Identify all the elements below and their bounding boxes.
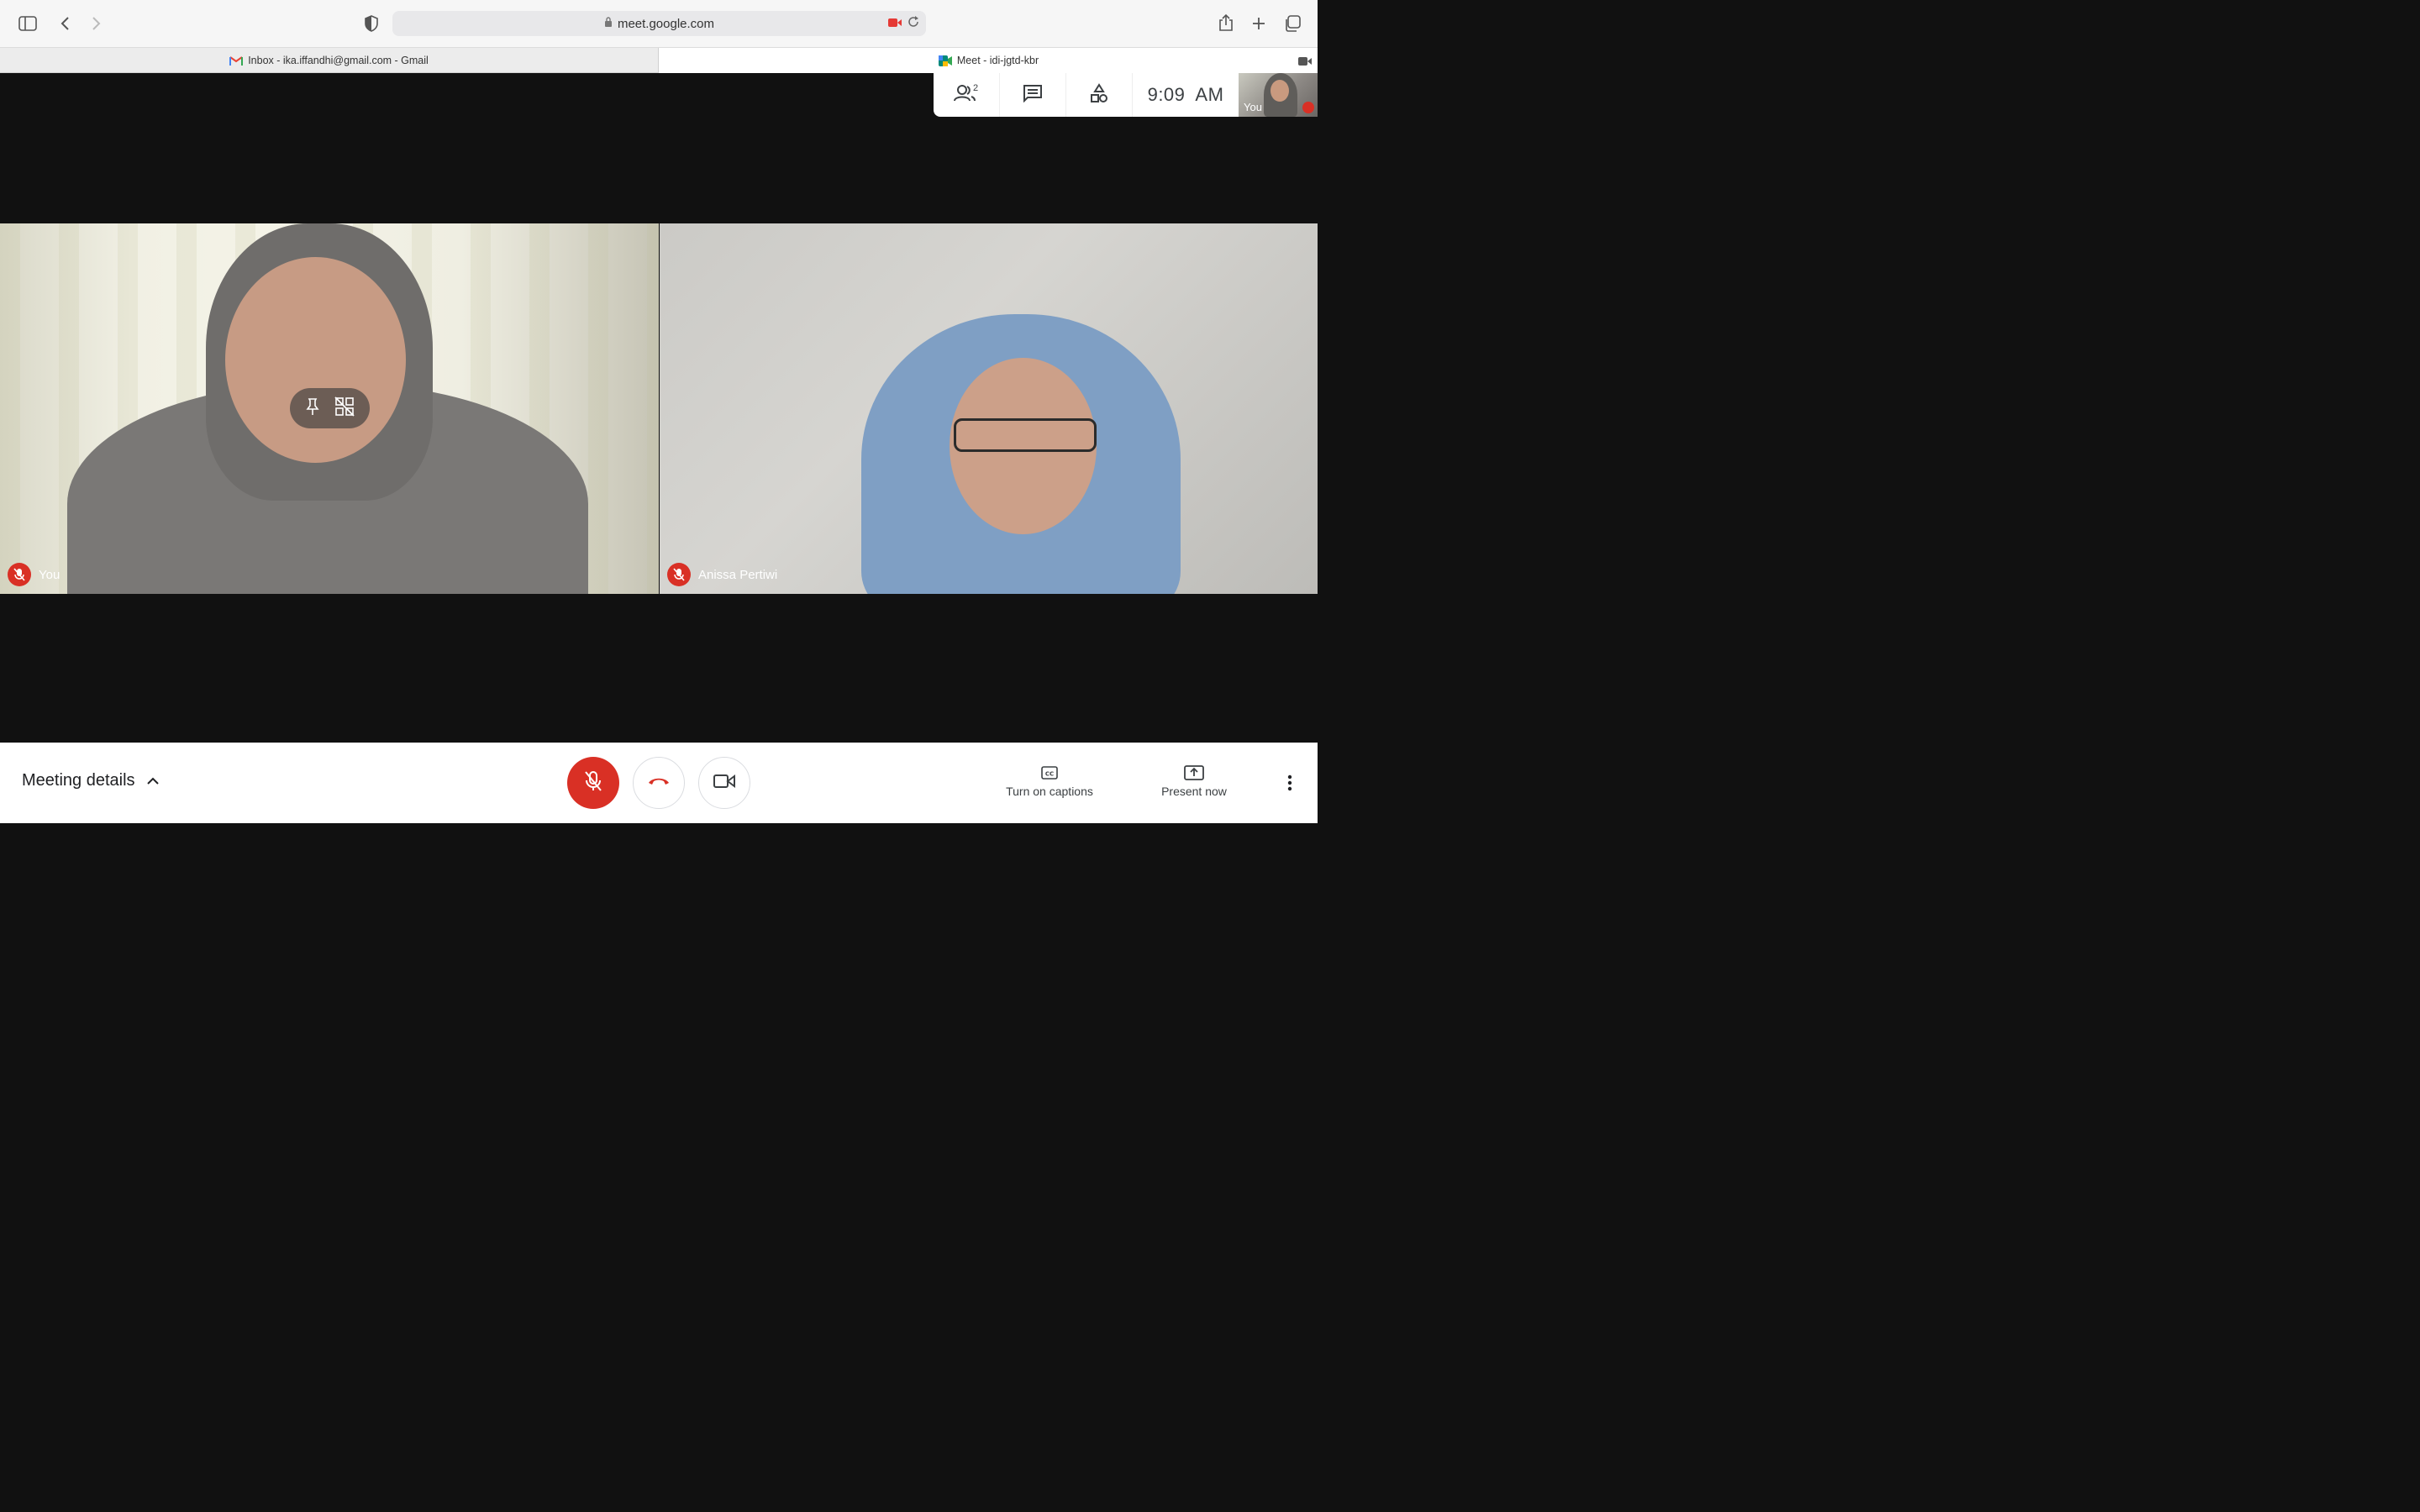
back-icon[interactable] xyxy=(55,13,74,34)
remove-tile-icon[interactable] xyxy=(334,396,355,421)
meet-info-panel: 2 9:09 AM xyxy=(934,73,1239,117)
sidebar-icon[interactable] xyxy=(17,13,39,34)
video-tile-anissa-pertiwi[interactable]: Anissa Pertiwi xyxy=(660,223,1318,594)
chevron-up-icon xyxy=(146,771,159,790)
self-view-thumbnail[interactable]: You xyxy=(1239,73,1318,117)
pin-icon[interactable] xyxy=(305,397,320,420)
activities-button[interactable] xyxy=(1066,73,1133,117)
tile-name-label: Anissa Pertiwi xyxy=(667,563,777,586)
present-now-button[interactable]: Present now xyxy=(1155,761,1234,798)
captions-button[interactable]: CC Turn on captions xyxy=(998,761,1101,798)
participant-count: 2 xyxy=(973,83,979,93)
leave-call-button[interactable] xyxy=(633,757,685,809)
present-label: Present now xyxy=(1161,785,1227,798)
captions-label: Turn on captions xyxy=(1006,785,1093,798)
chat-icon xyxy=(1023,84,1043,107)
participant-name: Anissa Pertiwi xyxy=(698,567,778,582)
meeting-details-button[interactable]: Meeting details xyxy=(22,771,159,790)
svg-text:CC: CC xyxy=(1045,771,1054,778)
meeting-details-label: Meeting details xyxy=(22,771,135,790)
tabs-icon[interactable] xyxy=(1281,13,1303,34)
share-icon[interactable] xyxy=(1216,12,1236,34)
forward-icon[interactable] xyxy=(87,13,106,34)
participant-name: You xyxy=(39,567,60,582)
hang-up-icon xyxy=(647,775,671,790)
camera-icon xyxy=(713,774,735,793)
present-screen-icon xyxy=(1184,761,1204,785)
tab-bar: Inbox - ika.iffandhi@gmail.com - Gmail M… xyxy=(0,48,1318,73)
camera-recording-icon[interactable] xyxy=(888,17,902,32)
participant-face xyxy=(225,257,406,463)
tab-meet[interactable]: Meet - idi-jgtd-kbr xyxy=(660,48,1318,73)
lock-icon xyxy=(604,16,613,31)
self-thumb-face xyxy=(1270,80,1289,102)
tab-label: Meet - idi-jgtd-kbr xyxy=(956,55,1039,66)
tab-gmail[interactable]: Inbox - ika.iffandhi@gmail.com - Gmail xyxy=(0,48,659,73)
reload-icon[interactable] xyxy=(908,16,919,32)
meeting-clock: 9:09 AM xyxy=(1147,84,1224,105)
shapes-icon xyxy=(1089,82,1109,108)
chat-button[interactable] xyxy=(1000,73,1066,117)
muted-mic-icon xyxy=(667,563,691,586)
closed-captions-icon: CC xyxy=(1041,761,1058,785)
browser-toolbar: meet.google.com xyxy=(0,0,1318,48)
meet-icon xyxy=(938,55,952,66)
url-bar[interactable]: meet.google.com xyxy=(392,11,926,36)
plus-icon[interactable] xyxy=(1249,13,1269,34)
tile-hover-controls xyxy=(290,388,370,428)
video-icon xyxy=(1298,55,1312,71)
mic-off-icon xyxy=(584,770,602,796)
self-thumb-label: You xyxy=(1244,101,1262,113)
mute-microphone-button[interactable] xyxy=(567,757,619,809)
participants-button[interactable]: 2 xyxy=(934,73,1000,117)
muted-mic-icon xyxy=(8,563,31,586)
more-options-icon[interactable] xyxy=(1281,771,1298,795)
glasses xyxy=(954,418,1097,452)
url-text: meet.google.com xyxy=(617,16,715,31)
muted-mic-icon xyxy=(1302,102,1314,113)
tile-name-label: You xyxy=(8,563,60,586)
shield-icon[interactable] xyxy=(362,13,381,34)
tab-label: Inbox - ika.iffandhi@gmail.com - Gmail xyxy=(248,54,429,66)
gmail-icon xyxy=(229,55,244,66)
toggle-camera-button[interactable] xyxy=(698,757,750,809)
